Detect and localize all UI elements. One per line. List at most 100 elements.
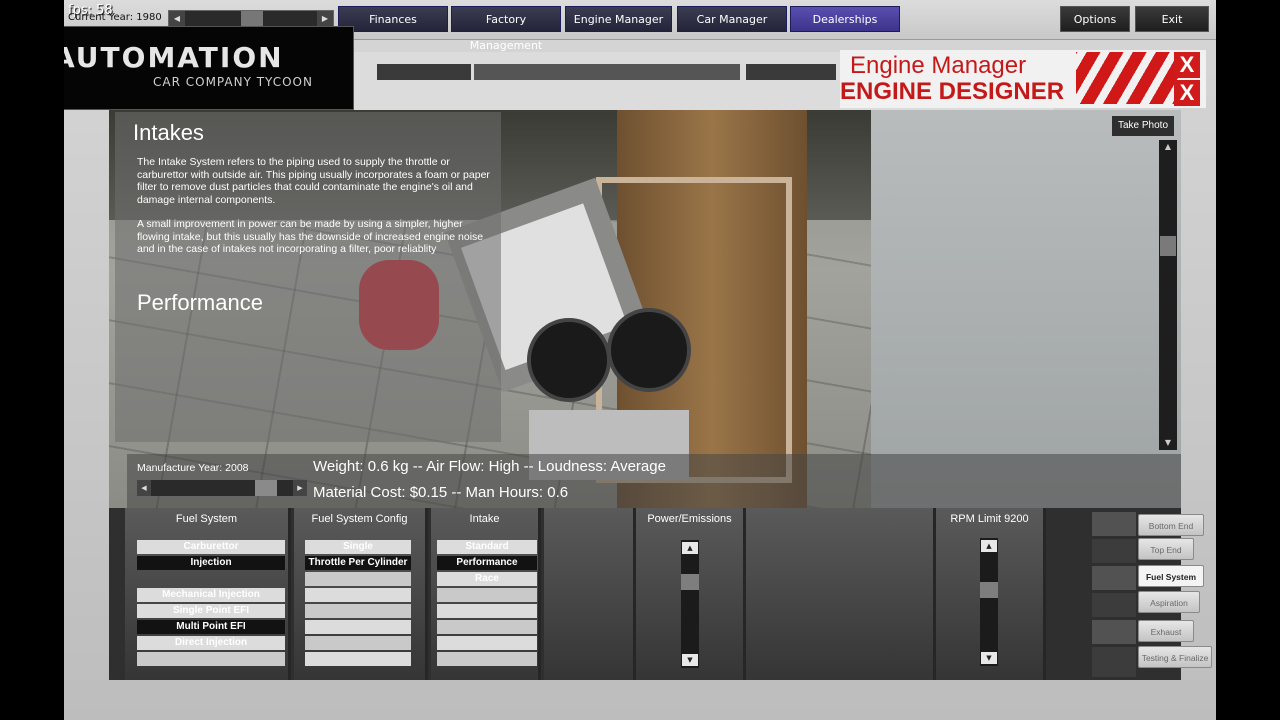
scroll-down-icon[interactable]: ▼ [682,654,698,666]
component-panels: Fuel System Carburettor Injection Mechan… [109,508,1212,680]
designer-header: Engine Manager ENGINE DESIGNER X X [840,50,1206,108]
option-empty [305,636,411,650]
header-stripes [1076,52,1186,104]
mfg-right-arrow-icon[interactable]: ▶ [293,480,307,496]
sub-button-previous[interactable] [377,64,471,80]
option-empty [305,572,411,586]
stats-line-2: Material Cost: $0.15 -- Man Hours: 0.6 [313,484,569,501]
tab-bottom-end[interactable]: Bottom End [1138,514,1204,536]
info-text: The Intake System refers to the piping u… [137,156,497,268]
option-empty [305,588,411,602]
tab-aspiration[interactable]: Aspiration [1138,591,1200,613]
tab-spacer [1092,539,1136,563]
close-engine-manager-icon[interactable]: X [1174,52,1200,78]
tab-exhaust[interactable]: Exhaust [1138,620,1194,642]
nav-dealerships[interactable]: Dealerships [790,6,900,32]
info-title: Intakes [133,120,204,145]
tab-top-end[interactable]: Top End [1138,538,1194,560]
stats-bar: Manufacture Year: 2008 ◀ ▶ Weight: 0.6 k… [127,454,1181,508]
scroll-up-icon[interactable]: ▲ [1159,140,1177,154]
performance-title: Performance [137,290,263,315]
nav-engine-manager[interactable]: Engine Manager [565,6,672,32]
option-mechanical-injection[interactable]: Mechanical Injection [137,588,285,602]
exit-button[interactable]: Exit [1135,6,1209,32]
nav-finances[interactable]: Finances [338,6,448,32]
mfg-left-arrow-icon[interactable]: ◀ [137,480,151,496]
rpm-scrollbar[interactable]: ▲ ▼ [980,538,998,666]
nav-factory-management[interactable]: Factory Management [451,6,561,52]
option-injection[interactable]: Injection [137,556,285,570]
fuel-system-panel: Fuel System Carburettor Injection Mechan… [125,508,291,680]
info-paragraph-2: A small improvement in power can be made… [137,218,484,255]
sub-button-next[interactable] [746,64,836,80]
header-title-engine-manager: Engine Manager [850,52,1027,79]
scroll-up-icon[interactable]: ▲ [682,542,698,554]
close-engine-designer-icon[interactable]: X [1174,80,1200,106]
workshop-window [871,110,1181,508]
tab-spacer [1092,566,1136,590]
automation-logo: AUTOMATION CAR COMPANY TYCOON [64,26,354,110]
timing-gear-right [607,308,691,392]
rpm-limit-panel: RPM Limit 9200 ▲ ▼ [936,508,1046,680]
scroll-up-icon[interactable]: ▲ [981,540,997,552]
option-empty [305,604,411,618]
scroll-thumb[interactable] [980,582,998,598]
take-photo-button[interactable]: Take Photo [1112,116,1174,136]
manufacture-year-label: Manufacture Year: 2008 [137,462,249,474]
nav-car-manager[interactable]: Car Manager [677,6,787,32]
info-paragraph-1: The Intake System refers to the piping u… [137,156,490,206]
option-empty [305,652,411,666]
tab-fuel-system[interactable]: Fuel System [1138,565,1204,587]
option-empty [305,620,411,634]
game-window: ◀ ▶ Finances Factory Management Engine M… [64,0,1216,720]
fuel-system-title: Fuel System [175,513,238,525]
option-multi-point-efi[interactable]: Multi Point EFI [137,620,285,634]
tab-spacer [1092,620,1136,644]
scroll-thumb[interactable] [1160,236,1176,256]
mfg-slider-thumb[interactable] [255,480,277,496]
power-emissions-panel: Power/Emissions ▲ ▼ [636,508,746,680]
engine-viewport[interactable]: Intakes The Intake System refers to the … [109,110,1181,508]
option-empty [437,652,537,666]
fuel-system-config-panel: Fuel System Config Single Throttle Per C… [294,508,428,680]
scroll-down-icon[interactable]: ▼ [1159,436,1177,450]
option-performance[interactable]: Performance [437,556,537,570]
timing-gear-left [527,318,611,402]
option-carburettor[interactable]: Carburettor [137,540,285,554]
logo-subtitle: CAR COMPANY TYCOON [153,75,313,89]
options-button[interactable]: Options [1060,6,1130,32]
option-empty [137,652,285,666]
option-standard[interactable]: Standard [437,540,537,554]
rpm-limit-title: RPM Limit 9200 [950,513,1029,525]
tab-testing-finalize[interactable]: Testing & Finalize [1138,646,1212,668]
option-direct-injection[interactable]: Direct Injection [137,636,285,650]
sub-selector[interactable] [474,64,740,80]
empty-panel-1 [544,508,636,680]
option-race[interactable]: Race [437,572,537,586]
info-panel: Intakes The Intake System refers to the … [115,112,501,442]
option-empty [437,588,537,602]
scroll-down-icon[interactable]: ▼ [981,652,997,664]
option-empty [437,604,537,618]
manufacture-year-slider[interactable]: ◀ ▶ [137,480,307,496]
viewport-scrollbar[interactable]: ▲ ▼ [1159,140,1177,450]
slider-thumb[interactable] [241,11,263,27]
option-empty [437,636,537,650]
tab-spacer [1092,647,1136,677]
fuel-config-title: Fuel System Config [311,513,408,525]
option-throttle-per-cylinder[interactable]: Throttle Per Cylinder [305,556,411,570]
option-single-point-efi[interactable]: Single Point EFI [137,604,285,618]
stats-line-1: Weight: 0.6 kg -- Air Flow: High -- Loud… [313,458,666,475]
slider-left-arrow-icon[interactable]: ◀ [169,11,185,27]
slider-right-arrow-icon[interactable]: ▶ [317,11,333,27]
power-scrollbar[interactable]: ▲ ▼ [681,540,699,668]
scroll-thumb[interactable] [681,574,699,590]
tab-spacer [1092,593,1136,617]
tab-spacer [1092,512,1136,536]
option-empty [437,620,537,634]
header-title-engine-designer: ENGINE DESIGNER [840,78,1065,105]
option-single[interactable]: Single [305,540,411,554]
current-year-label: Current Year: 1980 [68,12,162,23]
empty-panel-2 [746,508,936,680]
logo-title: AUTOMATION [64,41,284,74]
